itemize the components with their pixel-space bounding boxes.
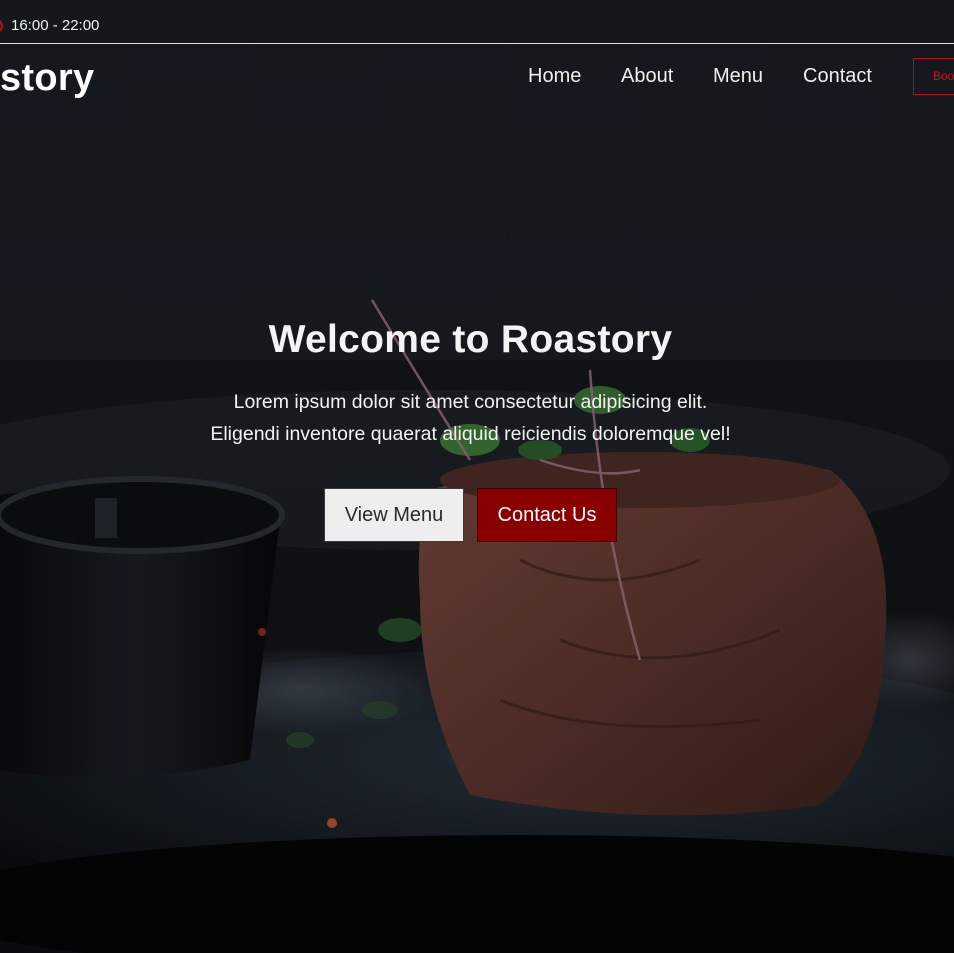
nav-home[interactable]: Home — [528, 65, 581, 88]
opening-hours-text: 16:00 - 22:00 — [11, 17, 100, 34]
view-menu-button[interactable]: View Menu — [324, 488, 464, 542]
site-header: story Home About Menu Contact Boo — [0, 45, 954, 111]
page: 16:00 - 22:00 story Home About Menu Cont… — [0, 0, 954, 953]
hero-subtitle-line-2: Eligendi inventore quaerat aliquid reici… — [210, 423, 731, 445]
nav-contact[interactable]: Contact — [803, 65, 872, 88]
nav-about[interactable]: About — [621, 65, 673, 88]
book-table-button[interactable]: Boo — [913, 58, 954, 95]
hero-title: Welcome to Roastory — [268, 318, 673, 361]
clock-icon — [0, 19, 4, 33]
hero-subtitle: Lorem ipsum dolor sit amet consectetur a… — [0, 386, 941, 450]
site-logo[interactable]: story — [0, 57, 94, 100]
top-info-bar: 16:00 - 22:00 — [0, 0, 954, 44]
opening-hours: 16:00 - 22:00 — [0, 17, 99, 34]
hero-subtitle-line-1: Lorem ipsum dolor sit amet consectetur a… — [233, 391, 708, 413]
contact-us-button[interactable]: Contact Us — [477, 488, 617, 542]
nav-menu[interactable]: Menu — [713, 65, 763, 88]
hero-background-image — [0, 299, 954, 953]
